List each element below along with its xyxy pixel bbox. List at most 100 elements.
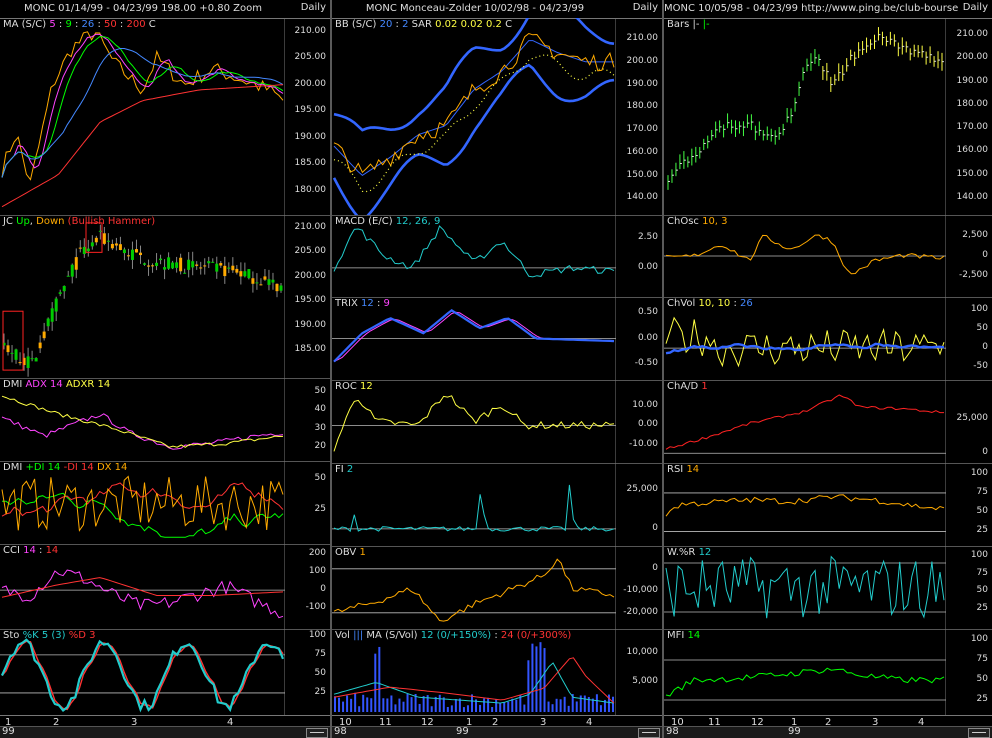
indicator-panel-sto[interactable]: Sto %K 5 (3) %D 3 100 75 50 25 <box>0 629 330 716</box>
indicator-label[interactable]: DMI +DI 14 -DI 14 DX 14 <box>3 462 127 473</box>
y-axis-tick: -20,000 <box>623 606 658 617</box>
indicator-label[interactable]: W.%R 12 <box>667 547 711 558</box>
bars-plot <box>667 18 946 215</box>
indicator-label[interactable]: Bars |- |- <box>667 19 710 30</box>
year-label: 99 <box>2 726 15 737</box>
candle-body <box>130 249 134 260</box>
indicator-label[interactable]: Vol ||| MA (S/Vol) 12 (0/+150%) : 24 (0/… <box>335 630 571 641</box>
candle-body <box>235 268 239 273</box>
indicator-panel-macd[interactable]: MACD (E/C) 12, 26, 9 2.50 0.00 <box>332 215 662 298</box>
candle-body <box>159 258 163 261</box>
candle-body <box>175 262 179 268</box>
period-selector[interactable]: Daily <box>301 2 326 13</box>
indicator-label[interactable]: MFI 14 <box>667 630 700 641</box>
indicator-label[interactable]: JC Up, Down (Bullish Hammer) <box>3 216 155 227</box>
year-label: 99 <box>788 726 801 737</box>
y-axis-tick: 140.00 <box>626 192 659 203</box>
indicator-panel-fi[interactable]: FI 2 25,000 0 <box>332 463 662 547</box>
y-axis-tick: 30 <box>314 422 326 433</box>
volume-bar <box>483 698 486 712</box>
indicator-label[interactable]: TRIX 12 : 9 <box>335 298 390 309</box>
indicator-label-part: -DI 14 <box>63 462 94 473</box>
indicator-panel-ma[interactable]: MA (S/C) 5 : 9 : 26 : 50 : 200 C 210.00 20… <box>0 18 330 216</box>
volume-bar <box>334 696 336 712</box>
trix-signal-line <box>333 311 615 363</box>
bollinger-upper-band <box>333 18 615 132</box>
indicator-panel-mfi[interactable]: MFI 14 100 75 50 25 <box>664 629 992 716</box>
indicator-panel-jc[interactable]: JC Up, Down (Bullish Hammer) 210.00 205.00… <box>0 215 330 379</box>
indicator-panel-wr[interactable]: W.%R 12 100 75 50 25 <box>664 546 992 630</box>
indicator-label[interactable]: RSI 14 <box>667 464 699 475</box>
scrollbar-thumb[interactable] <box>638 728 660 738</box>
candle-body <box>191 261 195 268</box>
indicator-label[interactable]: Sto %K 5 (3) %D 3 <box>3 630 95 641</box>
chart-window-1[interactable]: MONC 01/14/99 - 04/23/99 198.00 +0.80 Zo… <box>0 0 330 738</box>
indicator-label-part: : <box>35 545 46 556</box>
indicator-panel-roc[interactable]: ROC 12 10.00 0.00 -10.00 <box>332 380 662 464</box>
candle-body <box>215 263 219 272</box>
scrollbar-thumb[interactable] <box>968 728 990 738</box>
indicator-label-part: : <box>71 19 82 30</box>
scrollbar-thumb[interactable] <box>306 728 328 738</box>
indicator-panel-chosc[interactable]: ChOsc 10, 3 2,500 0 -2,500 <box>664 215 992 298</box>
indicator-label[interactable]: MA (S/C) 5 : 9 : 26 : 50 : 200 C <box>3 19 156 30</box>
y-axis-tick: 0 <box>652 522 658 533</box>
chart-window-2[interactable]: MONC Monceau-Zolder 10/02/98 - 04/23/99 D… <box>332 0 662 738</box>
candle-body <box>247 269 251 279</box>
chart-window-3[interactable]: MONC 10/05/98 - 04/23/99 http://www.ping… <box>664 0 992 738</box>
indicator-panel-rsi[interactable]: RSI 14 100 75 50 25 <box>664 463 992 547</box>
indicator-label[interactable]: DMI ADX 14 ADXR 14 <box>3 379 110 390</box>
y-axis-tick: 25 <box>976 694 988 704</box>
chaikin-osc-line <box>665 234 945 275</box>
window-divider[interactable] <box>662 0 664 738</box>
indicator-label-part: 12 <box>359 381 373 392</box>
volume-bar <box>422 696 425 712</box>
y-axis-tick: 0 <box>320 584 326 595</box>
indicator-label-part: ChVol <box>667 298 699 309</box>
indicator-label[interactable]: MACD (E/C) 12, 26, 9 <box>335 216 440 227</box>
indicator-panel-chad[interactable]: ChA/D 1 25,000 0 <box>664 380 992 464</box>
indicator-panel-bars[interactable]: Bars |- |- 210.00 200.00 190.00 180.00 170.00… <box>664 18 992 216</box>
volume-bar <box>410 697 413 712</box>
y-axis-tick: 0 <box>982 342 988 353</box>
indicator-panel-chvol[interactable]: ChVol 10, 10 : 26 100 50 0 -50 <box>664 297 992 381</box>
chart-scrollbar[interactable]: 99 <box>0 726 330 738</box>
indicator-panel-bb[interactable]: BB (S/C) 20 : 2 SAR 0.02 0.02 0.2 C 210.0… <box>332 18 662 216</box>
indicator-label[interactable]: ChA/D 1 <box>667 381 708 392</box>
y-axis-tick: 2.50 <box>637 232 658 243</box>
period-selector[interactable]: Daily <box>633 2 658 13</box>
candle-body <box>179 257 183 272</box>
sto-k-line <box>0 638 285 713</box>
indicator-label-part: : <box>55 19 66 30</box>
ma-5-line <box>1 33 284 178</box>
indicator-label[interactable]: ROC 12 <box>335 381 373 392</box>
chart-scrollbar[interactable]: 98 99 <box>332 726 662 738</box>
y-axis-tick: 25 <box>314 503 326 514</box>
y-axis-tick: 190.00 <box>294 319 327 330</box>
window-divider[interactable] <box>330 0 332 738</box>
indicator-panel-obv[interactable]: OBV 1 0 -10,000 -20,000 <box>332 546 662 630</box>
volume-bar <box>495 699 498 712</box>
indicator-panel-vol[interactable]: Vol ||| MA (S/Vol) 12 (0/+150%) : 24 (0/… <box>332 629 662 716</box>
indicator-panel-trix[interactable]: TRIX 12 : 9 0.50 0.00 -0.50 <box>332 297 662 381</box>
jc-plot <box>2 215 285 378</box>
indicator-label-part: BB (S/C) <box>335 19 380 30</box>
volume-bar <box>406 693 409 712</box>
indicator-label-part: 50 <box>104 19 117 30</box>
indicator-label[interactable]: FI 2 <box>335 464 353 475</box>
indicator-panel-dmi1[interactable]: DMI ADX 14 ADXR 14 50 40 30 20 <box>0 378 330 462</box>
indicator-label[interactable]: OBV 1 <box>335 547 366 558</box>
chart-scrollbar[interactable]: 98 99 <box>664 726 992 738</box>
indicator-label-part: ADXR 14 <box>65 379 111 390</box>
indicator-label[interactable]: BB (S/C) 20 : 2 SAR 0.02 0.02 0.2 C <box>335 19 512 30</box>
period-selector[interactable]: Daily <box>963 2 988 13</box>
indicator-panel-dmi2[interactable]: DMI +DI 14 -DI 14 DX 14 50 25 <box>0 461 330 545</box>
indicator-label[interactable]: ChVol 10, 10 : 26 <box>667 298 753 309</box>
candle-body <box>143 263 147 265</box>
y-axis-tick: 0.00 <box>637 419 658 430</box>
indicator-label-part: 14 <box>686 464 700 475</box>
indicator-label[interactable]: CCI 14 : 14 <box>3 545 58 556</box>
indicator-panel-cci[interactable]: CCI 14 : 14 200 100 0 -100 <box>0 544 330 630</box>
indicator-label[interactable]: ChOsc 10, 3 <box>667 216 728 227</box>
volume-bar <box>539 642 542 712</box>
